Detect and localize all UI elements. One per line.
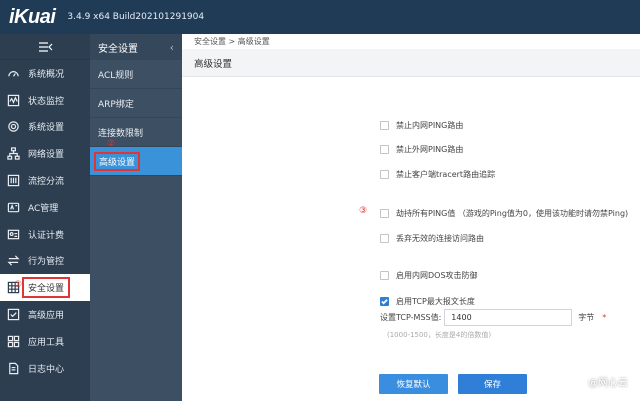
option-label: 启用TCP最大报文长度 bbox=[396, 297, 475, 306]
sliders-icon bbox=[6, 174, 20, 188]
nav-item-ac[interactable]: AC管理 bbox=[0, 194, 90, 221]
watermark: @网心云 bbox=[588, 378, 628, 389]
sub-nav-title: 安全设置 bbox=[98, 43, 138, 55]
left-nav: 系统概况 状态监控 系统设置 网络设置 流控分流 AC管理 认证计费 行为管控 … bbox=[0, 34, 90, 401]
checkbox-checked[interactable] bbox=[380, 297, 389, 306]
nav-item-traffic[interactable]: 流控分流 bbox=[0, 167, 90, 194]
nav-item-label: 应用工具 bbox=[28, 337, 65, 348]
option-hijack-ping[interactable]: 劫持所有PING值 （游戏的Ping值为0，使用该功能时请勿禁Ping) bbox=[380, 208, 628, 219]
checkbox[interactable] bbox=[380, 271, 389, 280]
nav-item-system[interactable]: 系统设置 bbox=[0, 114, 90, 141]
sub-nav-item-conn-limit[interactable]: 连接数限制 bbox=[90, 118, 182, 147]
main-panel: 安全设置 > 高级设置 高级设置 禁止内网PING路由 禁止外网PING路由 禁… bbox=[182, 34, 640, 401]
option-drop-invalid[interactable]: 丢弃无效的连接访问路由 bbox=[380, 233, 484, 244]
option-block-tracert[interactable]: 禁止客户端tracert路由追踪 bbox=[380, 169, 495, 180]
menu-collapse-icon[interactable] bbox=[0, 34, 90, 60]
apps-icon bbox=[6, 334, 20, 348]
sub-nav-item-label: 连接数限制 bbox=[98, 128, 144, 139]
sub-nav-item-label: 高级设置 bbox=[94, 151, 141, 171]
nav-item-label: 行为管控 bbox=[28, 257, 65, 268]
id-card-icon bbox=[6, 227, 20, 241]
arrows-icon bbox=[6, 254, 20, 268]
sub-nav-item-advanced[interactable]: 高级设置 bbox=[90, 147, 182, 176]
checkbox[interactable] bbox=[380, 121, 389, 130]
sub-nav-item-label: ACL规则 bbox=[98, 70, 134, 81]
top-bar: iKuai 3.4.9 x64 Build202101291904 bbox=[0, 0, 640, 34]
option-label: 启用内网DOS攻击防御 bbox=[396, 271, 478, 280]
collapse-chevron-icon[interactable]: ‹ bbox=[170, 41, 174, 54]
option-label: 禁止外网PING路由 bbox=[396, 145, 464, 154]
sub-nav-item-label: ARP绑定 bbox=[98, 99, 134, 110]
mss-row: 设置TCP-MSS值: 字节 * bbox=[380, 309, 606, 326]
option-label: 禁止内网PING路由 bbox=[396, 121, 464, 130]
mss-hint: (1000-1500，长度是4的倍数值) bbox=[387, 331, 492, 339]
nav-item-network[interactable]: 网络设置 bbox=[0, 140, 90, 167]
nav-item-label: 日志中心 bbox=[28, 364, 65, 375]
nav-item-label: 安全设置 bbox=[22, 277, 71, 299]
nav-item-label: 状态监控 bbox=[28, 96, 65, 107]
mss-unit: 字节 bbox=[578, 313, 595, 322]
option-block-lan-ping[interactable]: 禁止内网PING路由 bbox=[380, 120, 463, 131]
mss-input[interactable] bbox=[444, 309, 573, 326]
step-marker-three: ③ bbox=[359, 206, 368, 216]
nav-item-label: 高级应用 bbox=[28, 311, 65, 322]
option-label: 丢弃无效的连接访问路由 bbox=[396, 234, 484, 243]
gear-icon bbox=[6, 120, 20, 134]
sub-nav-item-arp[interactable]: ARP绑定 bbox=[90, 89, 182, 118]
option-label: 劫持所有PING值 （游戏的Ping值为0，使用该功能时请勿禁Ping) bbox=[396, 209, 629, 218]
nav-item-monitor[interactable]: 状态监控 bbox=[0, 87, 90, 114]
option-dos-defense[interactable]: 启用内网DOS攻击防御 bbox=[380, 270, 478, 281]
ac-icon bbox=[6, 200, 20, 214]
nav-item-label: 认证计费 bbox=[28, 230, 65, 241]
ikuai-logo: iKuai bbox=[9, 5, 56, 28]
version-text: 3.4.9 x64 Build202101291904 bbox=[67, 12, 205, 22]
nav-item-advanced[interactable]: 高级应用 bbox=[0, 301, 90, 328]
sub-nav: 安全设置 ‹ ACL规则 ARP绑定 连接数限制 高级设置 bbox=[90, 34, 182, 401]
mss-label: 设置TCP-MSS值: bbox=[380, 313, 442, 322]
checkbox[interactable] bbox=[380, 145, 389, 154]
sub-nav-header: 安全设置 ‹ bbox=[90, 34, 182, 60]
restore-default-button[interactable]: 恢复默认 bbox=[379, 374, 448, 394]
checkbox[interactable] bbox=[380, 209, 389, 218]
monitor-icon bbox=[6, 93, 20, 107]
nav-item-label: 网络设置 bbox=[28, 150, 65, 161]
save-button[interactable]: 保存 bbox=[458, 374, 527, 394]
nav-item-label: AC管理 bbox=[28, 203, 59, 214]
breadcrumb: 安全设置 > 高级设置 bbox=[194, 37, 270, 46]
nav-item-label: 流控分流 bbox=[28, 177, 65, 188]
nav-item-logs[interactable]: 日志中心 bbox=[0, 355, 90, 382]
network-icon bbox=[6, 147, 20, 161]
checkbox[interactable] bbox=[380, 234, 389, 243]
nav-item-label: 系统设置 bbox=[28, 123, 65, 134]
nav-item-label: 系统概况 bbox=[28, 69, 65, 80]
log-icon bbox=[6, 361, 20, 375]
dashboard-icon bbox=[6, 66, 20, 80]
step-marker-one: ① bbox=[14, 280, 23, 290]
nav-item-auth[interactable]: 认证计费 bbox=[0, 221, 90, 248]
page-title: 高级设置 bbox=[182, 49, 640, 77]
checkbox[interactable] bbox=[380, 170, 389, 179]
step-marker-two: ② bbox=[107, 139, 116, 149]
checkbox-icon bbox=[6, 308, 20, 322]
option-label: 禁止客户端tracert路由追踪 bbox=[396, 170, 496, 179]
option-block-wan-ping[interactable]: 禁止外网PING路由 bbox=[380, 144, 463, 155]
option-tcp-mss[interactable]: 启用TCP最大报文长度 bbox=[380, 296, 475, 307]
nav-item-behavior[interactable]: 行为管控 bbox=[0, 248, 90, 275]
sub-nav-item-acl[interactable]: ACL规则 bbox=[90, 60, 182, 89]
nav-item-tools[interactable]: 应用工具 bbox=[0, 328, 90, 355]
nav-item-overview[interactable]: 系统概况 bbox=[0, 60, 90, 87]
required-mark: * bbox=[602, 313, 607, 322]
